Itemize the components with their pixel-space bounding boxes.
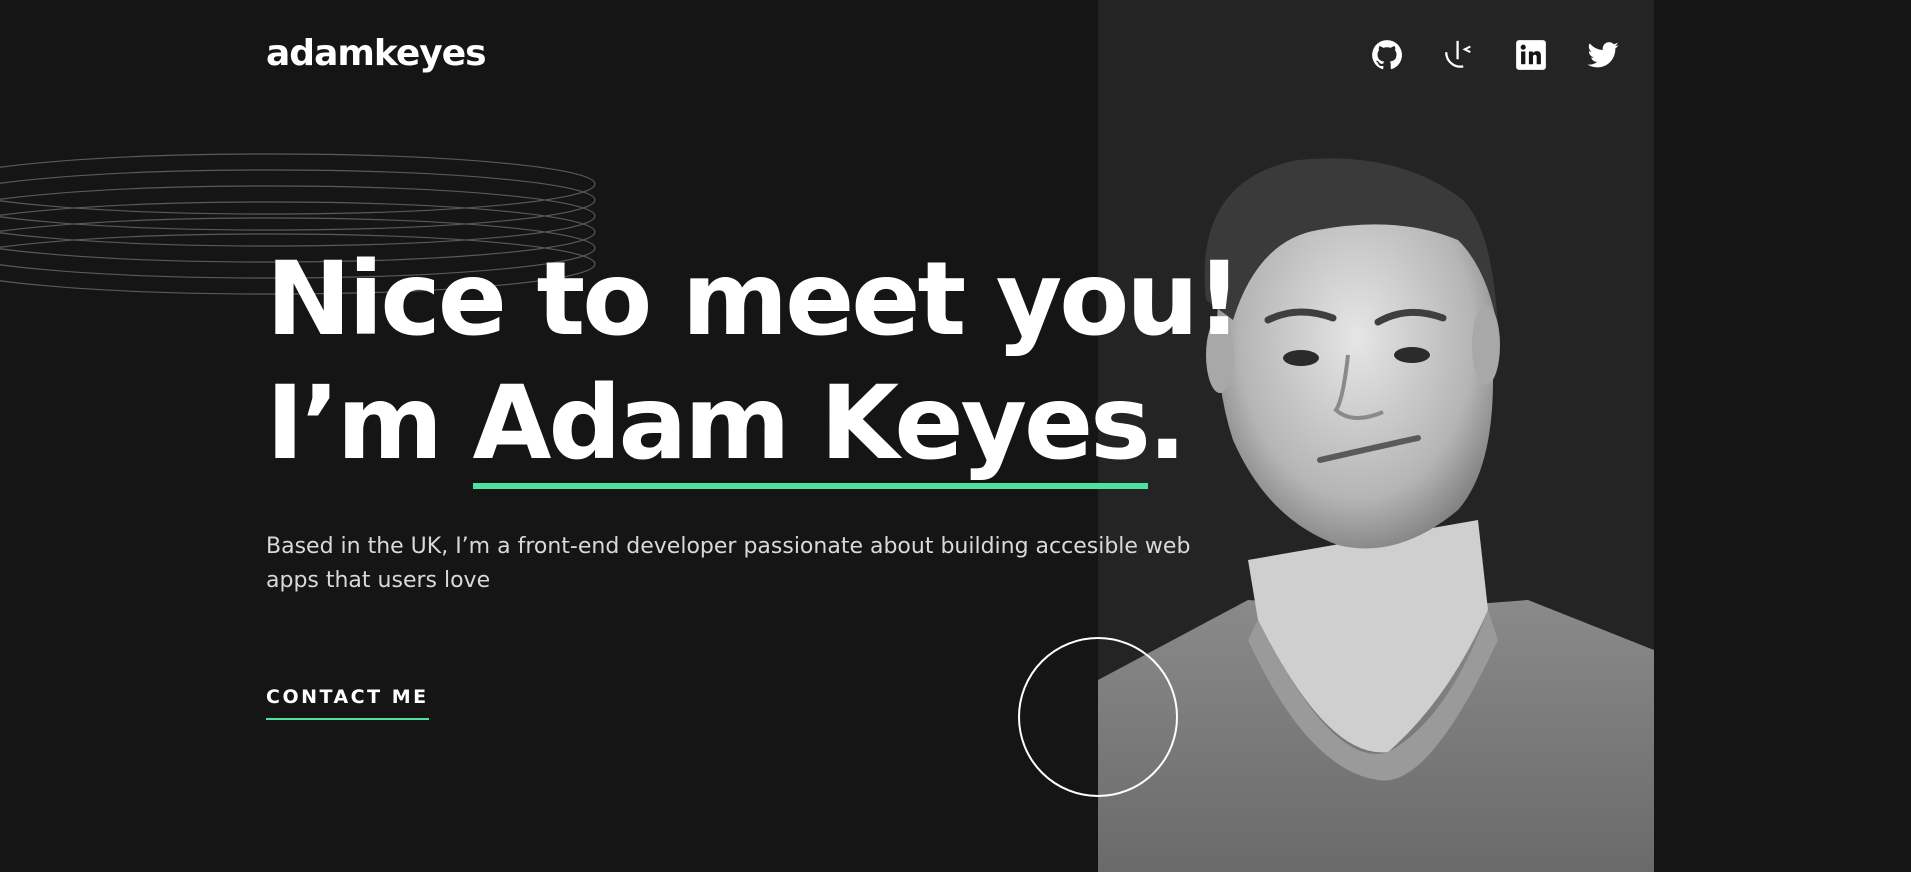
hero-heading: Nice to meet you! I’m Adam Keyes. xyxy=(266,238,1242,489)
logo[interactable]: adamkeyes xyxy=(266,34,487,74)
frontend-mentor-icon[interactable] xyxy=(1442,38,1476,72)
heading-line-1: Nice to meet you! xyxy=(266,240,1242,359)
github-icon[interactable] xyxy=(1370,38,1404,72)
hero-description: Based in the UK, I’m a front-end develop… xyxy=(266,534,1191,593)
contact-me-button[interactable]: CONTACT ME xyxy=(266,686,429,720)
name-highlight: Adam Keyes xyxy=(472,364,1151,489)
linkedin-icon[interactable] xyxy=(1514,38,1548,72)
social-links xyxy=(1370,38,1620,72)
decorative-circle xyxy=(1018,637,1178,797)
heading-suffix: . xyxy=(1147,364,1187,483)
heading-prefix: I’m xyxy=(266,364,473,483)
heading-line-2: I’m Adam Keyes. xyxy=(266,362,1239,489)
twitter-icon[interactable] xyxy=(1586,38,1620,72)
